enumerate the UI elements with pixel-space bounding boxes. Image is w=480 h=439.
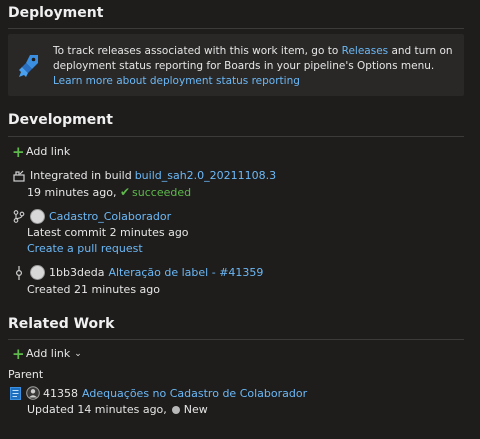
avatar [30, 209, 45, 224]
development-section-title: Development [8, 112, 113, 128]
rocket-icon [19, 55, 38, 77]
commit-hash: 1bb3deda [49, 266, 105, 279]
plus-icon: + [12, 344, 25, 363]
releases-link[interactable]: Releases [342, 45, 389, 57]
info-text-part: To track releases associated with this w… [53, 45, 342, 57]
parent-label: Parent [8, 368, 44, 381]
parent-item-link[interactable]: Adequações no Cadastro de Colaborador [82, 387, 307, 400]
parent-item-state: New [183, 403, 208, 416]
development-divider [8, 136, 464, 137]
branch-latest-commit: Latest commit 2 minutes ago [27, 226, 189, 239]
deployment-divider [8, 28, 464, 29]
add-link-label: Add link [26, 347, 71, 360]
development-add-link-button[interactable]: + Add link [12, 142, 71, 161]
related-add-link-button[interactable]: + Add link ⌄ [12, 344, 82, 363]
deployment-info-box: To track releases associated with this w… [8, 34, 464, 96]
parent-item-status-line: Updated 14 minutes ago, New [27, 403, 208, 416]
parent-item-id: 41358 [43, 386, 78, 400]
build-icon [12, 170, 26, 182]
state-dot-icon [171, 405, 180, 414]
check-icon: ✔ [119, 185, 131, 199]
chevron-down-icon: ⌄ [74, 348, 82, 359]
parent-item-updated: Updated 14 minutes ago, [27, 403, 167, 416]
avatar [30, 265, 45, 280]
assigned-avatar-icon [26, 386, 40, 400]
commit-item: 1bb3deda Alteração de label - #41359 [12, 265, 263, 280]
deployment-section-title: Deployment [8, 5, 104, 21]
create-pull-request-link[interactable]: Create a pull request [27, 242, 143, 255]
user-story-icon [10, 386, 21, 400]
related-work-section-title: Related Work [8, 316, 115, 332]
related-work-divider [8, 339, 464, 340]
learn-more-link[interactable]: Learn more about deployment status repor… [53, 75, 300, 87]
build-time: 19 minutes ago, [27, 186, 117, 199]
commit-link[interactable]: Alteração de label - #41359 [108, 266, 263, 279]
parent-work-item: 41358 Adequações no Cadastro de Colabora… [10, 386, 307, 400]
build-item: Integrated in build build_sah2.0_2021110… [12, 169, 276, 182]
commit-created: Created 21 minutes ago [27, 283, 160, 296]
build-status-line: 19 minutes ago, ✔ succeeded [27, 185, 191, 199]
build-link[interactable]: build_sah2.0_20211108.3 [135, 169, 276, 182]
deployment-info-text: To track releases associated with this w… [53, 44, 458, 89]
plus-icon: + [12, 142, 25, 161]
add-link-label: Add link [26, 145, 71, 158]
commit-icon [12, 265, 26, 280]
branch-link[interactable]: Cadastro_Colaborador [49, 210, 171, 223]
build-status: succeeded [132, 186, 192, 199]
branch-icon [12, 210, 26, 223]
build-prefix: Integrated in build [30, 169, 132, 182]
branch-item: Cadastro_Colaborador [12, 209, 171, 224]
